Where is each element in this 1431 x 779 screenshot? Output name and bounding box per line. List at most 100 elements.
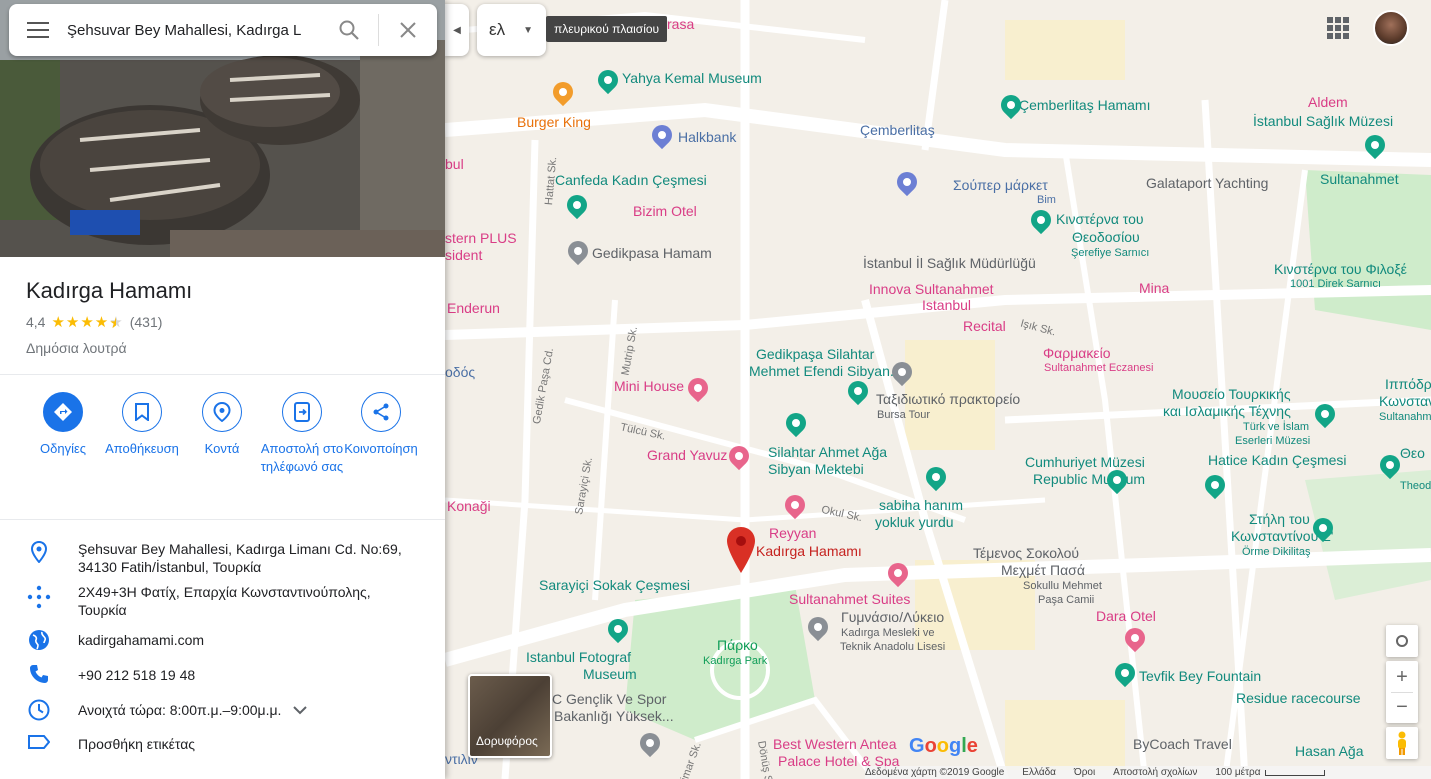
- label-stili-a[interactable]: Στήλη του: [1249, 511, 1310, 527]
- label-mouseio-b[interactable]: και Ισλαμικής Τέχνης: [1163, 403, 1291, 419]
- label-ippodr-a[interactable]: Ιππόδρ: [1385, 376, 1431, 392]
- label-burger[interactable]: Burger King: [517, 114, 591, 130]
- label-sultanahmet-suites[interactable]: Sultanahmet Suites: [789, 591, 910, 607]
- language-button[interactable]: ελ ▼: [477, 4, 546, 56]
- country-link[interactable]: Ελλάδα: [1022, 767, 1056, 778]
- label-best-western-a[interactable]: Best Western Antea: [773, 736, 896, 752]
- label-residue[interactable]: Residue racecourse: [1236, 690, 1361, 706]
- label-dara[interactable]: Dara Otel: [1096, 608, 1156, 624]
- website-row[interactable]: kadirgahamami.com: [0, 629, 445, 651]
- nearby-button[interactable]: Κοντά: [177, 392, 267, 458]
- label-temenos-b[interactable]: Μεχμέτ Πασά: [1001, 562, 1085, 578]
- label-cumhuriyet-b[interactable]: Republic Museum: [1033, 471, 1145, 487]
- place-category[interactable]: Δημόσια λουτρά: [26, 340, 127, 356]
- phone-row[interactable]: +90 212 518 19 48: [0, 664, 445, 685]
- menu-button[interactable]: [9, 4, 67, 56]
- label-yahya[interactable]: Yahya Kemal Museum: [622, 70, 762, 86]
- satellite-toggle[interactable]: Δορυφόρος: [468, 674, 552, 758]
- save-button[interactable]: Αποθήκευση: [97, 392, 187, 458]
- label-kinsterna1-a[interactable]: Κινστέρνα του: [1056, 211, 1144, 227]
- feedback-link[interactable]: Αποστολή σχολίων: [1113, 767, 1197, 778]
- label-hatice[interactable]: Hatice Kadın Çeşmesi: [1208, 452, 1347, 468]
- label-hasan[interactable]: Hasan Ağa: [1295, 743, 1364, 759]
- label-reyyan[interactable]: Reyyan: [769, 525, 816, 541]
- label-mouseio-a[interactable]: Μουσείο Τουρκικής: [1172, 386, 1291, 402]
- label-mini-house[interactable]: Mini House: [614, 378, 684, 394]
- label-sabiha-a[interactable]: sabiha hanım: [879, 497, 963, 513]
- label-farmakeio[interactable]: Φαρμακείο: [1043, 345, 1111, 361]
- label-gedikpasa-silahtar-a[interactable]: Gedikpaşa Silahtar: [756, 346, 874, 362]
- label-genclik-b[interactable]: Bakanlığı Yüksek...: [554, 708, 674, 724]
- label-gedikpasa-hamam[interactable]: Gedikpasa Hamam: [592, 245, 712, 261]
- label-gedikpasa-silahtar-b[interactable]: Mehmet Efendi Sibyan...: [749, 363, 902, 379]
- directions-label: Οδηγίες: [39, 441, 87, 456]
- pegman-button[interactable]: [1386, 727, 1418, 759]
- label-odos: οδός: [445, 364, 476, 380]
- label-halkbank[interactable]: Halkbank: [678, 129, 736, 145]
- send-to-phone-button[interactable]: Αποστολή στο τηλέφωνό σας: [257, 392, 347, 475]
- add-label-text[interactable]: Προσθήκη ετικέτας: [78, 735, 195, 754]
- label-silahtar-ahmet-b[interactable]: Sibyan Mektebi: [768, 461, 864, 477]
- close-button[interactable]: [379, 4, 437, 56]
- label-aldem[interactable]: Aldem: [1308, 94, 1348, 110]
- label-sabiha-b[interactable]: yokluk yurdu: [875, 514, 954, 530]
- chevron-down-icon[interactable]: [293, 706, 308, 715]
- search-input[interactable]: Şehsuvar Bey Mahallesi, Kadırga L: [67, 22, 320, 39]
- map-canvas[interactable]: Yahya Kemal Museum Burger King Halkbank …: [445, 0, 1431, 779]
- zoom-in-button[interactable]: +: [1396, 662, 1408, 692]
- label-saglik-mudurlugu[interactable]: İstanbul İl Sağlık Müdürlüğü: [863, 255, 1036, 271]
- hours-row[interactable]: Ανοιχτά τώρα: 8:00π.μ.–9:00μ.μ.: [0, 699, 445, 721]
- label-rasa: rasa: [667, 16, 695, 32]
- directions-button[interactable]: Οδηγίες: [18, 392, 108, 458]
- label-konagi[interactable]: Konaği: [447, 498, 491, 514]
- label-canfeda[interactable]: Canfeda Kadın Çeşmesi: [555, 172, 707, 188]
- label-enderun[interactable]: Enderun: [447, 300, 500, 316]
- label-genclik-a[interactable]: C Gençlik Ve Spor: [552, 691, 666, 707]
- phone-number[interactable]: +90 212 518 19 48: [78, 664, 195, 685]
- label-parko[interactable]: Πάρκο: [717, 637, 758, 653]
- label-istanbul-saglik[interactable]: İstanbul Sağlık Müzesi: [1253, 113, 1393, 129]
- label-innova-b[interactable]: Istanbul: [922, 297, 971, 313]
- zoom-out-button[interactable]: −: [1396, 693, 1408, 723]
- label-temenos-a[interactable]: Τέμενος Σοκολού: [973, 545, 1079, 561]
- avatar[interactable]: [1373, 10, 1409, 46]
- add-label-row[interactable]: Προσθήκη ετικέτας: [0, 735, 445, 754]
- label-tevfik[interactable]: Tevfik Bey Fountain: [1139, 668, 1261, 684]
- website-link[interactable]: kadirgahamami.com: [78, 629, 204, 650]
- label-taxidiotiko[interactable]: Ταξιδιωτικό πρακτορείο: [876, 391, 1020, 407]
- label-bycoach[interactable]: ByCoach Travel: [1133, 736, 1232, 752]
- label-souper[interactable]: Σούπερ μάρκετ: [953, 177, 1048, 193]
- label-grand-yavuz[interactable]: Grand Yavuz: [647, 447, 727, 463]
- search-button[interactable]: [320, 4, 378, 56]
- selected-place-pin-icon[interactable]: [727, 527, 755, 573]
- label-mina[interactable]: Mina: [1139, 280, 1169, 296]
- label-innova-a[interactable]: Innova Sultanahmet: [869, 281, 994, 297]
- label-cemberlitas-hamami[interactable]: Çemberlitaş Hamamı: [1019, 97, 1150, 113]
- label-fotograf-b[interactable]: Museum: [583, 666, 637, 682]
- label-ippodr-b[interactable]: Κωνσταν: [1379, 393, 1431, 409]
- label-fotograf-a[interactable]: Istanbul Fotograf: [526, 649, 631, 665]
- label-cumhuriyet-a[interactable]: Cumhuriyet Müzesi: [1025, 454, 1145, 470]
- apps-grid-icon[interactable]: [1327, 17, 1349, 39]
- my-location-button[interactable]: [1386, 625, 1418, 657]
- label-kinsterna1-b[interactable]: Θεοδοσίου: [1072, 229, 1140, 245]
- label-gymnasio[interactable]: Γυμνάσιο/Λύκειο: [841, 609, 944, 625]
- label-theo-a[interactable]: Θεο: [1400, 445, 1425, 461]
- terms-link[interactable]: Όροι: [1074, 767, 1095, 778]
- label-cemberlitas[interactable]: Çemberlitaş: [860, 122, 935, 138]
- share-button[interactable]: Κοινοποίηση: [336, 392, 426, 458]
- label-recital[interactable]: Recital: [963, 318, 1006, 334]
- reviews-count-link[interactable]: (431): [130, 314, 163, 330]
- label-kadirga-pin[interactable]: Kadırga Hamamı: [756, 543, 862, 559]
- label-kinsterna2[interactable]: Κινστέρνα του Φιλοξέ: [1274, 261, 1407, 277]
- address-row[interactable]: Şehsuvar Bey Mahallesi, Kadırga Limanı C…: [0, 541, 445, 576]
- collapse-panel-button[interactable]: ◀: [445, 4, 469, 56]
- label-silahtar-ahmet-a[interactable]: Silahtar Ahmet Ağa: [768, 444, 887, 460]
- label-western-b[interactable]: sident: [445, 247, 482, 263]
- label-galataport[interactable]: Galataport Yachting: [1146, 175, 1268, 191]
- label-sultanahmet[interactable]: Sultanahmet: [1320, 171, 1399, 187]
- label-western-a[interactable]: stern PLUS: [445, 230, 517, 246]
- label-sarayici[interactable]: Sarayiçi Sokak Çeşmesi: [539, 577, 690, 593]
- pluscode-row[interactable]: 2X49+3H Φατίχ, Επαρχία Κωνσταντινούπολης…: [0, 584, 445, 619]
- label-bizim[interactable]: Bizim Otel: [633, 203, 697, 219]
